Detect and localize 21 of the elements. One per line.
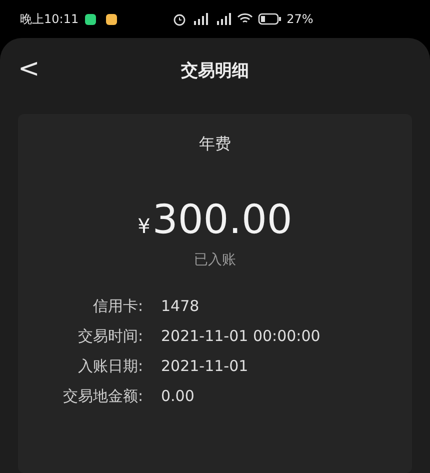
amount: 300.00: [152, 197, 292, 243]
posting-status: 已入账: [194, 251, 236, 269]
status-time: 晚上10:11: [20, 10, 79, 28]
battery-percent: 27%: [286, 12, 314, 26]
alarm-icon: [172, 12, 186, 26]
back-button[interactable]: <: [12, 52, 46, 86]
currency-symbol: ¥: [138, 214, 150, 238]
detail-value: 1478: [161, 297, 200, 316]
detail-label: 交易地金额:: [62, 387, 143, 406]
detail-value: 2021-11-01 00:00:00: [161, 327, 320, 346]
app-icon: [106, 14, 117, 24]
detail-label: 信用卡:: [92, 297, 143, 316]
detail-value: 2021-11-01: [161, 357, 250, 376]
detail-value: 0.00: [161, 387, 196, 406]
battery-icon: [258, 13, 282, 25]
app-icon: [84, 14, 96, 24]
transaction-type: 年费: [199, 134, 231, 155]
detail-label: 入账日期:: [76, 357, 143, 376]
page-title: 交易明细: [181, 60, 249, 82]
detail-label: 交易时间:: [76, 327, 143, 346]
wifi-icon: [236, 13, 253, 25]
